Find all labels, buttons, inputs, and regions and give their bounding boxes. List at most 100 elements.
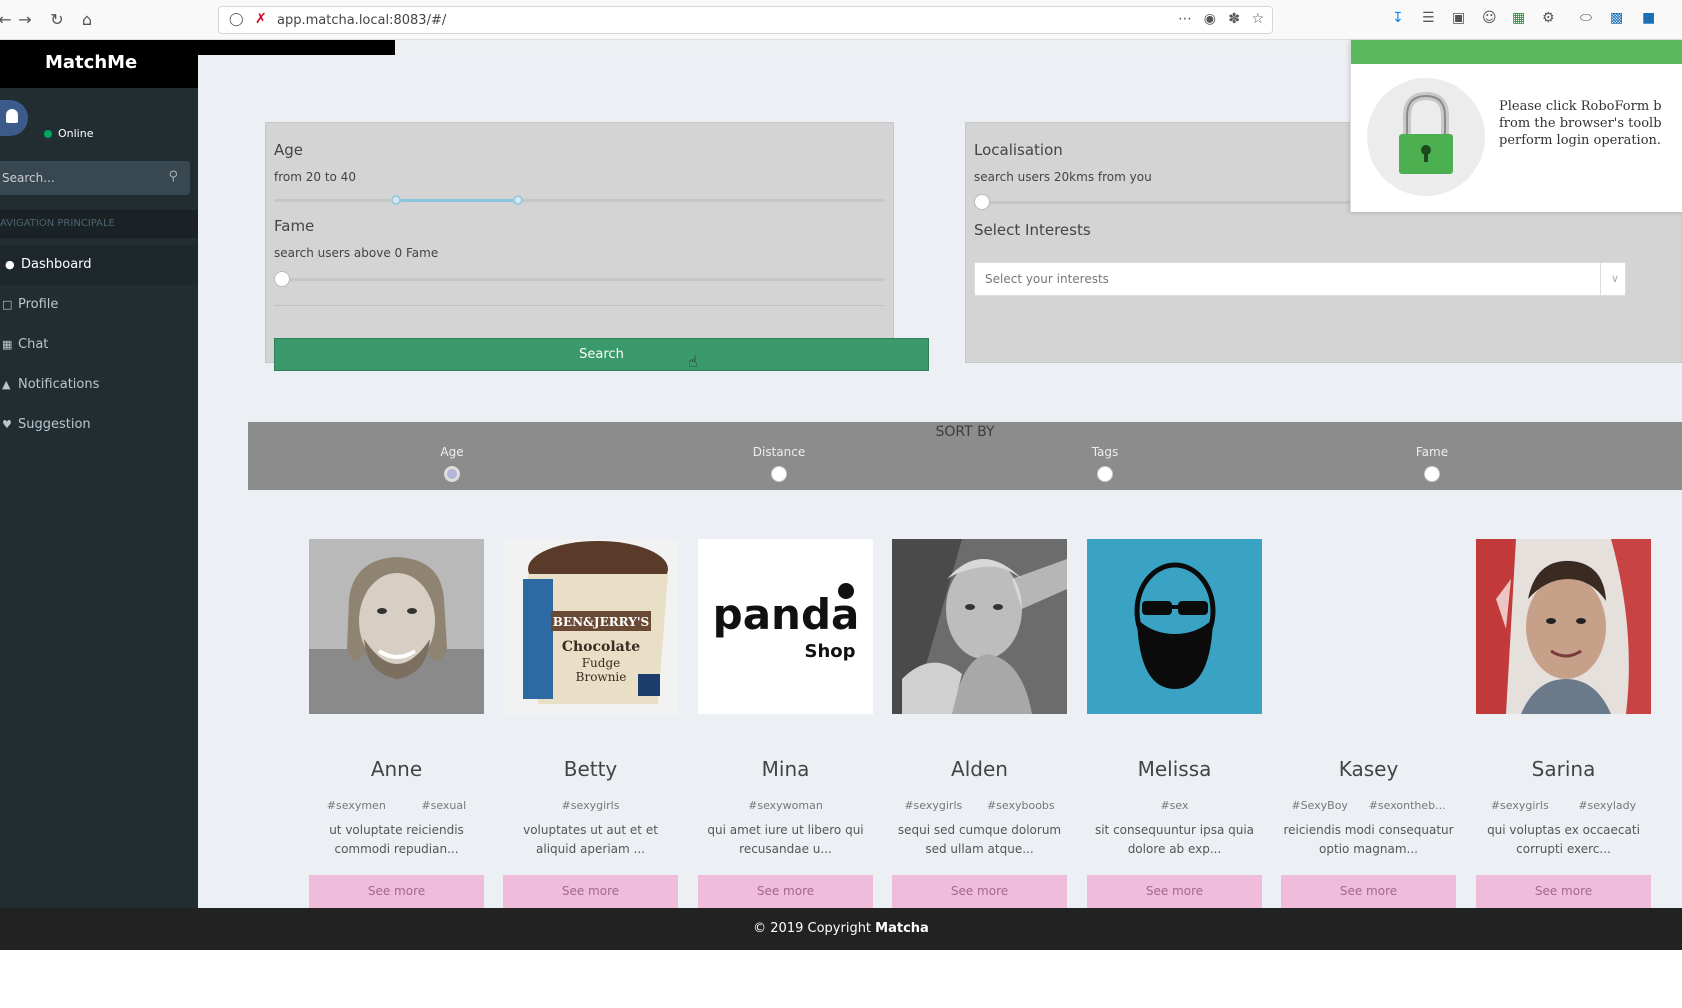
betty-flavor-text: Brownie bbox=[576, 670, 627, 684]
age-slider-track[interactable] bbox=[274, 199, 884, 202]
cursor-hand-icon: ☝ bbox=[688, 352, 698, 371]
profile-tags: #SexyBoy #sexontheb... bbox=[1281, 799, 1456, 817]
roboform-message: Please click RoboForm b from the browser… bbox=[1499, 98, 1682, 149]
profile-description-line: aliquid aperiam ... bbox=[536, 842, 645, 856]
profile-description: sit consequuntur ipsa quia dolore ab exp… bbox=[1087, 821, 1262, 859]
profile-tag: #sexontheb... bbox=[1368, 799, 1446, 812]
profile-description-line: qui voluptas ex occaecati bbox=[1487, 823, 1640, 837]
betty-flavor-text: Chocolate bbox=[562, 639, 640, 655]
fame-slider-track[interactable] bbox=[274, 278, 884, 281]
sidebar-item-label: Suggestion bbox=[18, 417, 91, 432]
profile-name: Kasey bbox=[1338, 757, 1399, 781]
footer-brand: Matcha bbox=[875, 921, 929, 936]
profile-photo[interactable] bbox=[1087, 539, 1262, 714]
roboform-line: perform login operation. bbox=[1499, 133, 1662, 148]
roboform-popup[interactable]: Please click RoboForm b from the browser… bbox=[1350, 40, 1682, 212]
insecure-lock-icon[interactable]: ✗ bbox=[255, 11, 267, 27]
profile-description: reiciendis modi consequatur optio magnam… bbox=[1281, 821, 1456, 859]
profile-card-sarina: Sarina #sexygirls #sexylady qui voluptas… bbox=[1476, 539, 1651, 914]
distance-handle[interactable] bbox=[974, 194, 990, 210]
profile-name: Alden bbox=[951, 757, 1008, 781]
profile-tags: #sexygirls bbox=[503, 799, 678, 817]
sidebar-item-notifications[interactable]: ▲ Notifications bbox=[0, 365, 198, 405]
age-min-handle[interactable] bbox=[391, 195, 401, 205]
profile-photo[interactable] bbox=[892, 539, 1067, 714]
sidebar-item-dashboard[interactable]: ● Dashboard bbox=[0, 245, 198, 285]
profile-photo[interactable] bbox=[1476, 539, 1651, 714]
sidebar-item-chat[interactable]: ▦ Chat bbox=[0, 325, 198, 365]
settings-addon-icon[interactable]: ⚙ bbox=[1542, 10, 1555, 26]
forward-icon[interactable]: → bbox=[14, 9, 36, 31]
header-strip bbox=[395, 40, 1350, 55]
account-icon[interactable]: ☺ bbox=[1482, 10, 1497, 26]
sidebar-item-profile[interactable]: □ Profile bbox=[0, 285, 198, 325]
profile-photo[interactable]: panda Shop bbox=[698, 539, 873, 714]
extension-icon[interactable]: ✽ bbox=[1228, 11, 1240, 27]
roboform-line: from the browser's toolb bbox=[1499, 116, 1662, 131]
sidebar-icon[interactable]: ▣ bbox=[1452, 10, 1465, 26]
interests-select[interactable]: Select your interests ∨ bbox=[974, 262, 1626, 296]
localisation-title: Localisation bbox=[974, 141, 1063, 159]
bookmark-star-icon[interactable]: ☆ bbox=[1251, 11, 1264, 27]
profile-photo[interactable]: BEN&JERRY'S Chocolate Fudge Brownie bbox=[503, 539, 678, 714]
sidebar-search: ⚲ bbox=[0, 161, 190, 195]
sort-option-distance: Distance bbox=[752, 445, 806, 459]
url-text[interactable]: app.matcha.local:8083/#/ bbox=[277, 13, 446, 28]
profile-photo[interactable] bbox=[1281, 539, 1456, 714]
more-icon[interactable]: ⋯ bbox=[1178, 11, 1192, 27]
address-bar[interactable]: ◯ ✗ app.matcha.local:8083/#/ ⋯ ◉ ✽ ☆ bbox=[218, 6, 1273, 34]
sort-radio-age[interactable] bbox=[444, 466, 460, 482]
profile-description-line: sit consequuntur ipsa quia bbox=[1094, 823, 1255, 837]
shield-icon[interactable]: ◯ bbox=[229, 12, 244, 27]
sidebar-item-suggestion[interactable]: ♥ Suggestion bbox=[0, 405, 198, 445]
sort-radio-distance[interactable] bbox=[771, 466, 787, 482]
footer-copyright: © 2019 Copyright bbox=[753, 921, 872, 936]
pocket-icon[interactable]: ◉ bbox=[1204, 11, 1216, 27]
sort-radio-tags[interactable] bbox=[1097, 466, 1113, 482]
toggle-icon[interactable]: ⬭ bbox=[1580, 10, 1592, 26]
profile-name: Sarina bbox=[1531, 757, 1596, 781]
profile-description-line: sequi sed cumque dolorum bbox=[897, 823, 1062, 837]
search-button[interactable]: Search bbox=[274, 338, 929, 371]
avatar[interactable] bbox=[0, 100, 28, 136]
profile-photo[interactable] bbox=[309, 539, 484, 714]
mina-shop-text: Shop bbox=[804, 641, 855, 662]
download-icon[interactable]: ↧ bbox=[1392, 10, 1404, 26]
profile-description-line: corrupti exerc... bbox=[1516, 842, 1611, 856]
extension3-icon[interactable]: ■ bbox=[1642, 10, 1655, 26]
extension2-icon[interactable]: ▩ bbox=[1610, 10, 1623, 26]
profile-description-line: recusandae u... bbox=[739, 842, 832, 856]
chevron-down-icon[interactable]: ∨ bbox=[1599, 263, 1619, 295]
profile-name: Mina bbox=[761, 757, 810, 781]
sidebar-search-input[interactable] bbox=[0, 161, 150, 195]
profile-card-anne: Anne #sexymen #sexual ut voluptate reici… bbox=[309, 539, 484, 914]
chat-icon: ▦ bbox=[2, 338, 13, 351]
sort-title: SORT BY bbox=[935, 424, 995, 440]
localisation-subtitle: search users 20kms from you bbox=[974, 170, 1152, 184]
profile-tag: #sexygirls bbox=[561, 799, 620, 812]
age-fame-filter: Age from 20 to 40 Fame search users abov… bbox=[265, 122, 929, 371]
home-icon[interactable]: ⌂ bbox=[76, 9, 98, 31]
search-icon[interactable]: ⚲ bbox=[168, 169, 178, 184]
profile-description-line: sed ullam atque... bbox=[925, 842, 1034, 856]
footer: © 2019 Copyright Matcha bbox=[0, 908, 1682, 950]
profile-tags: #sexywoman bbox=[698, 799, 873, 817]
profile-tag: #sexywoman bbox=[748, 799, 823, 812]
age-slider-range bbox=[396, 199, 518, 202]
brand-logo[interactable]: MatchMe bbox=[45, 52, 137, 73]
reload-icon[interactable]: ↻ bbox=[46, 9, 68, 31]
sort-radio-fame[interactable] bbox=[1424, 466, 1440, 482]
profile-tag: #sexylady bbox=[1578, 799, 1637, 812]
profile-description-line: commodi repudian... bbox=[334, 842, 459, 856]
online-dot-icon bbox=[44, 130, 52, 138]
profile-tag: #sexymen bbox=[326, 799, 386, 812]
profile-name: Melissa bbox=[1137, 757, 1212, 781]
addon-icon[interactable]: ▦ bbox=[1512, 10, 1525, 26]
fame-handle[interactable] bbox=[274, 271, 290, 287]
divider bbox=[274, 305, 884, 306]
interests-title: Select Interests bbox=[974, 221, 1091, 239]
profile-description-line: qui amet iure ut libero qui bbox=[707, 823, 864, 837]
profile-tags: #sexymen #sexual bbox=[309, 799, 484, 817]
age-max-handle[interactable] bbox=[513, 195, 523, 205]
library-icon[interactable]: ☰ bbox=[1422, 10, 1435, 26]
